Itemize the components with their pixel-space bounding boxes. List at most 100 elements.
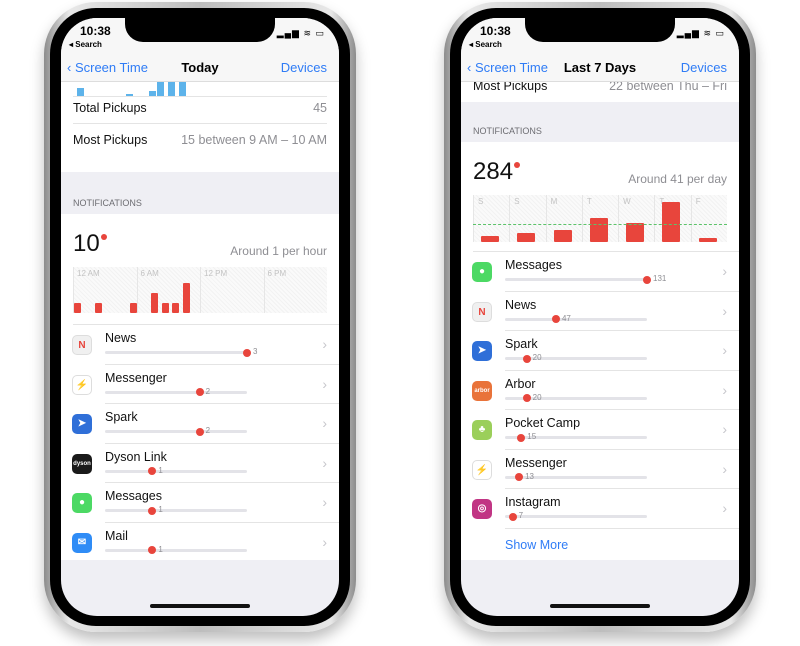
app-row[interactable]: ◎ Instagram 7 › xyxy=(461,489,739,529)
pickups-label: Total Pickups xyxy=(73,101,147,115)
usage-marker xyxy=(522,354,531,363)
dyson-icon: dyson xyxy=(72,453,92,474)
usage-marker xyxy=(643,275,651,284)
notifications-average: Around 41 per day xyxy=(628,172,727,186)
app-name: Messenger xyxy=(105,370,167,385)
average-line xyxy=(473,224,727,226)
pickups-value: 15 between 9 AM – 10 AM xyxy=(181,133,327,147)
notification-count: 20 xyxy=(532,353,542,362)
home-indicator[interactable] xyxy=(150,604,250,608)
chart-tick-label: 6 AM xyxy=(140,269,159,278)
chart-tick-label: 6 PM xyxy=(267,269,287,278)
chevron-right-icon: › xyxy=(322,375,327,392)
app-row[interactable]: ● Messages 1 › xyxy=(61,483,339,523)
chart-bar xyxy=(182,283,190,313)
notification-count: 1 xyxy=(158,465,163,475)
home-indicator[interactable] xyxy=(550,604,650,608)
show-more-link[interactable]: Show More xyxy=(505,538,568,552)
app-name: Dyson Link xyxy=(105,449,167,464)
chart-day-label: S xyxy=(514,197,520,206)
app-row[interactable]: ♣ Pocket Camp 15 › xyxy=(461,410,739,450)
usage-marker xyxy=(517,433,526,442)
app-row[interactable]: ➤ Spark 2 › xyxy=(61,404,339,444)
screen-last-7-days: Most Pickups 22 between Thu – Fri NOTIFICA… xyxy=(461,18,739,616)
notification-count: 7 xyxy=(518,511,524,520)
app-name: Spark xyxy=(505,337,538,351)
app-name: Messages xyxy=(505,258,562,272)
usage-marker xyxy=(522,394,531,402)
chart-day-label: F xyxy=(695,197,701,206)
notifications-average: Around 1 per hour xyxy=(230,244,327,258)
app-row[interactable]: ➤ Spark 20 › xyxy=(461,331,739,371)
notch xyxy=(125,18,275,42)
chevron-right-icon: › xyxy=(322,454,327,471)
chart-bar xyxy=(589,217,608,242)
back-button[interactable]: ‹ Screen Time xyxy=(67,60,148,75)
chart-tick-label: 12 PM xyxy=(204,269,228,278)
chart-bar xyxy=(698,237,717,242)
app-name: Spark xyxy=(105,410,138,424)
chart-bar xyxy=(129,303,137,313)
app-row[interactable]: ⚡ Messenger 2 › xyxy=(61,365,339,404)
chevron-right-icon: › xyxy=(722,263,727,279)
chart-bar xyxy=(74,303,81,313)
app-row[interactable]: ● Messages 131 › xyxy=(461,252,739,292)
messages-icon: ● xyxy=(72,493,92,513)
chart-bar xyxy=(172,303,180,313)
back-button[interactable]: ‹ Screen Time xyxy=(467,60,548,75)
back-to-search[interactable]: ◂ Search xyxy=(69,40,102,49)
chevron-right-icon: › xyxy=(722,381,727,398)
messages-icon: ● xyxy=(472,262,492,282)
app-row[interactable]: ⚡ Messenger 13 › xyxy=(461,450,739,489)
news-icon: N xyxy=(72,335,92,355)
notifications-chart: SSMTWTF xyxy=(473,195,727,242)
app-row[interactable]: arbor Arbor 20 › xyxy=(461,371,739,410)
chevron-right-icon: › xyxy=(322,415,327,431)
chart-day-label: W xyxy=(623,197,631,206)
devices-button[interactable]: Devices xyxy=(681,60,727,75)
chart-bar xyxy=(662,201,681,242)
app-row[interactable]: ✉ Mail 1 › xyxy=(61,523,339,563)
pickups-row: Most Pickups 15 between 9 AM – 10 AM xyxy=(73,124,327,156)
usage-marker xyxy=(148,546,157,554)
chart-bar xyxy=(481,235,499,242)
chart-bar xyxy=(151,293,159,313)
chart-day-label: M xyxy=(550,197,558,206)
devices-button[interactable]: Devices xyxy=(281,60,327,75)
notification-count: 1 xyxy=(158,505,163,514)
notifications-total: 10 xyxy=(73,230,107,258)
chevron-right-icon: › xyxy=(722,342,727,358)
usage-track xyxy=(505,278,647,281)
app-row[interactable]: dyson Dyson Link 1 › xyxy=(61,444,339,483)
mail-icon: ✉ xyxy=(72,532,92,553)
notification-count: 2 xyxy=(205,386,211,396)
signal-wifi-battery-icon: ▂▄▆ ≋ ▭ xyxy=(276,28,325,38)
app-row[interactable]: N News 47 › xyxy=(461,292,739,331)
notifications-chart: 12 AM 6 AM 12 PM 6 PM xyxy=(73,267,327,313)
usage-track xyxy=(505,317,647,321)
screen-today: Total Pickups 45 Most Pickups 15 between 9 … xyxy=(61,18,339,616)
app-name: News xyxy=(105,331,137,345)
app-name: Messages xyxy=(105,489,162,503)
app-name: Arbor xyxy=(505,376,536,391)
usage-marker xyxy=(148,467,157,475)
signal-wifi-battery-icon: ▂▄▆ ≋ ▭ xyxy=(676,28,725,38)
messenger-icon: ⚡ xyxy=(472,459,492,480)
notification-count: 20 xyxy=(532,392,542,402)
notification-count: 13 xyxy=(525,471,534,481)
app-row[interactable]: N News 3 › xyxy=(61,325,339,365)
clock: 10:38 xyxy=(480,24,511,38)
back-to-search[interactable]: ◂ Search xyxy=(469,40,502,49)
chart-bar xyxy=(517,232,536,242)
usage-marker xyxy=(508,512,517,521)
notch xyxy=(525,18,675,42)
chevron-left-icon: ‹ xyxy=(467,60,475,75)
arbor-icon: arbor xyxy=(472,380,492,401)
app-name: Mail xyxy=(105,528,128,543)
app-name: Pocket Camp xyxy=(505,416,581,430)
notification-count: 15 xyxy=(527,432,537,441)
pickups-value: 45 xyxy=(313,101,327,115)
usage-marker xyxy=(195,427,204,436)
chevron-right-icon: › xyxy=(322,533,327,550)
chart-bar xyxy=(626,222,645,242)
